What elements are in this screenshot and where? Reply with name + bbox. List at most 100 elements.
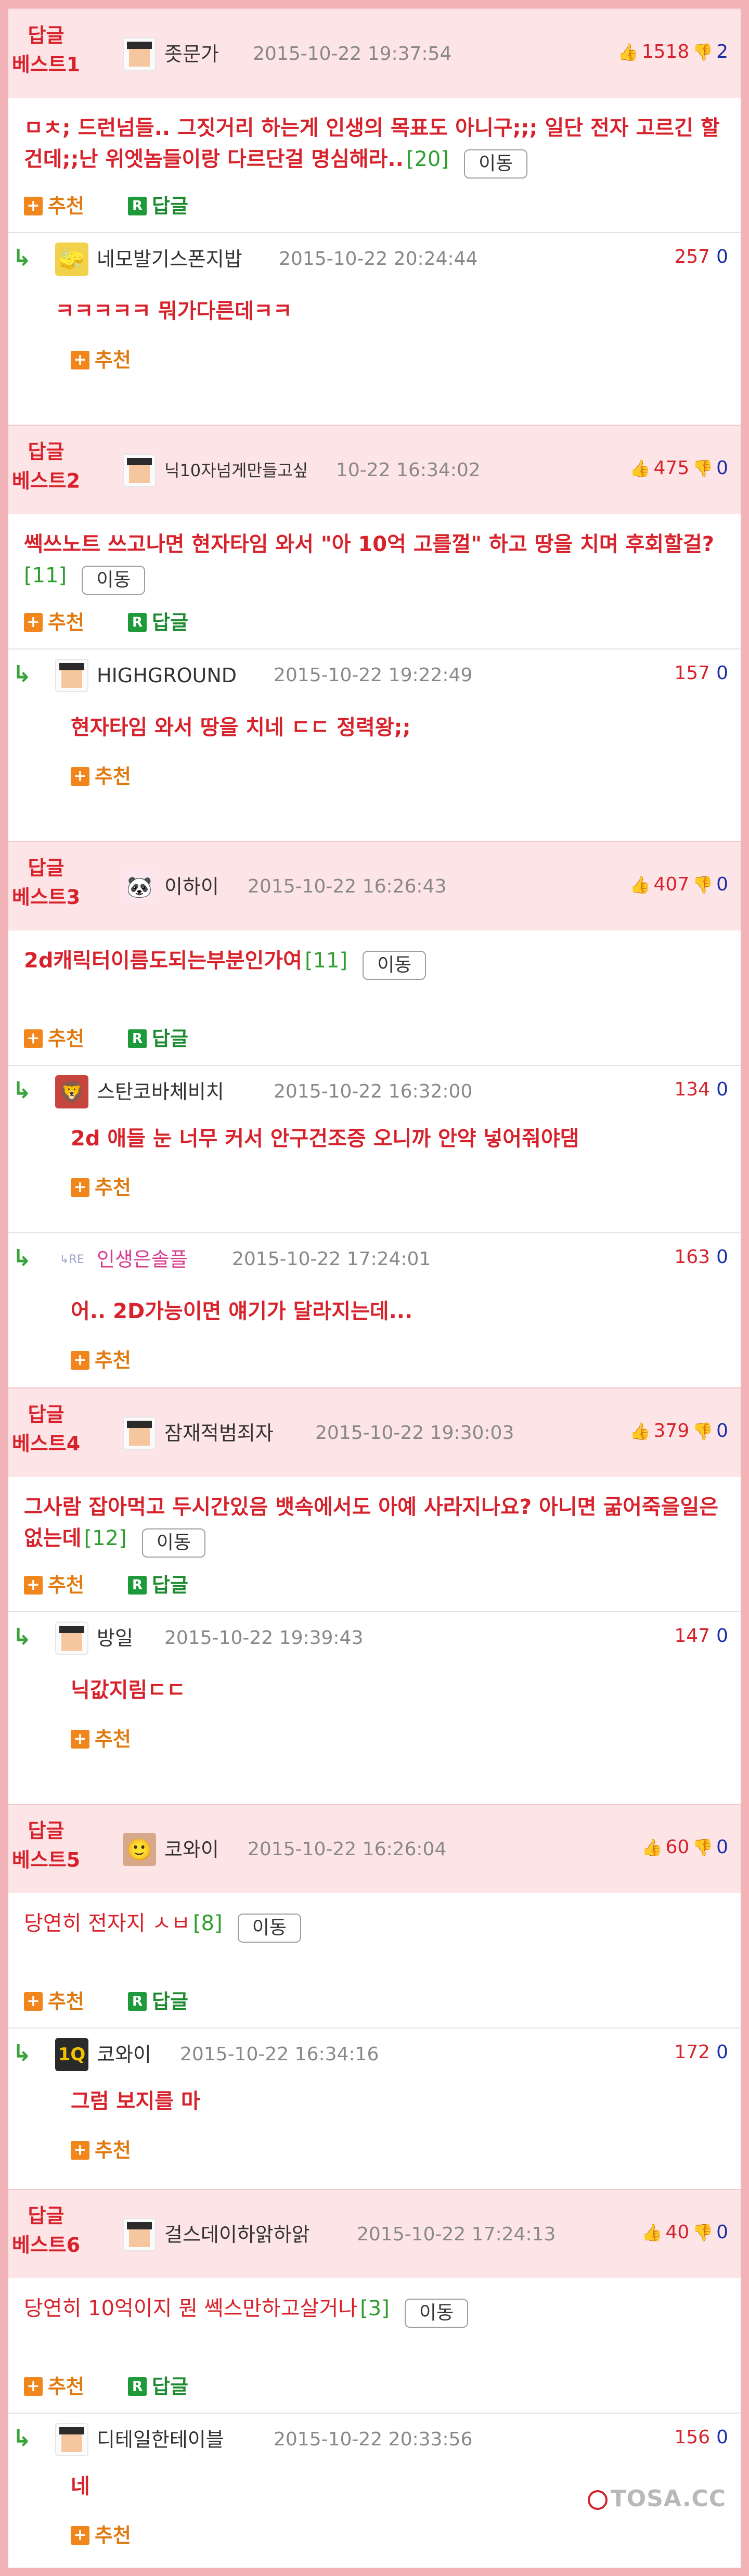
reply-button[interactable]: R 답글 <box>128 2375 188 2398</box>
avatar[interactable]: 🙂 <box>123 1833 156 1866</box>
reply-button[interactable]: R 답글 <box>128 1990 188 2013</box>
avatar[interactable] <box>55 659 88 692</box>
reply-button[interactable]: R 답글 <box>128 1574 188 1597</box>
best-comment-1: 답글 베스트1 좃문가 2015-10-22 19:37:54 👍 1518 👎 2 … <box>8 8 741 400</box>
reply-button[interactable]: R 답글 <box>128 195 188 218</box>
avatar[interactable] <box>55 2423 88 2456</box>
reply-item: ↳ 🦁 스탄코바체비치 2015-10-22 16:32:00 134 0 2d … <box>8 1065 741 1232</box>
reply-votes: 134 0 <box>674 1079 728 1100</box>
avatar[interactable] <box>123 1417 156 1450</box>
best-rank-badge: 답글 베스트3 <box>11 857 81 909</box>
avatar[interactable] <box>123 454 156 487</box>
comment-body: 그사람 잡아먹고 두시간있음 뱃속에서도 아예 사라지나요? 아니면 굶어죽을일… <box>8 1477 741 1564</box>
recommend-button[interactable]: + 추천 <box>24 1574 84 1597</box>
re-icon: ↳RE <box>59 1253 84 1266</box>
vote-counts: 👍 40 👎 0 <box>642 2216 728 2249</box>
recommend-button[interactable]: + 추천 <box>71 765 131 788</box>
reply-button[interactable]: R 답글 <box>128 1027 188 1050</box>
recommend-button[interactable]: + 추천 <box>71 1349 131 1372</box>
username[interactable]: 좃문가 <box>164 37 219 71</box>
downvote-count: 0 <box>716 1420 728 1442</box>
recommend-button[interactable]: + 추천 <box>24 611 84 634</box>
reply-text: 어.. 2D가능이면 얘기가 달라지는데... <box>71 1299 413 1323</box>
move-button[interactable]: 이동 <box>464 149 528 178</box>
username[interactable]: 네모발기스폰지밥 <box>97 243 242 276</box>
plus-icon: + <box>71 767 89 786</box>
recommend-button[interactable]: + 추천 <box>71 349 131 372</box>
thumbs-up-icon[interactable]: 👍 <box>618 35 639 69</box>
thumbs-down-icon[interactable]: 👎 <box>692 452 713 485</box>
comment-actions: + 추천 R 답글 <box>8 1981 741 2027</box>
username[interactable]: 방일 <box>97 1622 133 1655</box>
reply-count: [3] <box>360 2297 390 2320</box>
vote-counts: 👍 60 👎 0 <box>642 1831 728 1864</box>
username[interactable]: 닉10자넘게만들고싶 <box>164 454 308 487</box>
move-button[interactable]: 이동 <box>404 2298 469 2328</box>
reply-count: [11] <box>24 564 67 588</box>
comment-body: 쎅쓰노트 쓰고나면 현자타임 와서 "아 10억 고를껄" 하고 땅을 치며 후… <box>8 514 741 602</box>
avatar[interactable] <box>123 37 156 71</box>
avatar[interactable]: 1Q <box>55 2038 88 2071</box>
avatar[interactable]: 🧽 <box>55 243 88 276</box>
plus-icon: + <box>71 1351 89 1370</box>
username[interactable]: 스탄코바체비치 <box>97 1075 224 1108</box>
username[interactable]: 걸스데이하앍하앍 <box>164 2218 310 2251</box>
move-button[interactable]: 이동 <box>237 1913 301 1943</box>
username[interactable]: HIGHGROUND <box>97 659 237 692</box>
thumbs-up-icon[interactable]: 👍 <box>642 2216 663 2249</box>
move-button[interactable]: 이동 <box>82 565 146 595</box>
username[interactable]: 인생은솔플 <box>97 1243 188 1276</box>
recommend-button[interactable]: + 추천 <box>24 195 84 218</box>
comment-text: 당연히 전자지 ㅅㅂ <box>24 1911 190 1935</box>
avatar[interactable] <box>123 2218 156 2251</box>
move-button[interactable]: 이동 <box>141 1528 205 1558</box>
thumbs-down-icon[interactable]: 👎 <box>692 1414 713 1448</box>
comment-body: 당연히 10억이지 뭔 쎅스만하고살거나 [3] 이동 <box>8 2278 741 2366</box>
username[interactable]: 코와이 <box>164 1833 219 1866</box>
avatar[interactable]: 🦁 <box>55 1075 88 1108</box>
recommend-button[interactable]: + 추천 <box>24 1990 84 2013</box>
recommend-button[interactable]: + 추천 <box>71 2524 131 2547</box>
thumbs-down-icon[interactable]: 👎 <box>692 35 713 69</box>
upvote-count: 407 <box>653 874 690 895</box>
recommend-button[interactable]: + 추천 <box>71 2139 131 2162</box>
username[interactable]: 잠재적범죄자 <box>164 1417 274 1450</box>
thumbs-up-icon[interactable]: 👍 <box>630 452 651 485</box>
plus-icon: + <box>71 2526 89 2545</box>
timestamp: 2015-10-22 20:33:56 <box>274 2429 473 2450</box>
thumbs-up-icon[interactable]: 👍 <box>630 1414 651 1448</box>
recommend-button[interactable]: + 추천 <box>24 2375 84 2398</box>
avatar[interactable]: 🐼 <box>123 870 156 903</box>
recommend-button[interactable]: + 추천 <box>71 1728 131 1751</box>
avatar[interactable] <box>55 1622 88 1655</box>
best-header: 답글 베스트2 닉10자넘게만들고싶 10-22 16:34:02 👍 475 👎 0 <box>8 425 741 514</box>
username[interactable]: 디테일한테이블 <box>97 2423 224 2456</box>
plus-icon: + <box>24 1029 43 1048</box>
timestamp: 2015-10-22 19:30:03 <box>315 1422 514 1444</box>
reply-text: 현자타임 와서 땅을 치네 ㄷㄷ 정력왕;; <box>71 716 411 739</box>
upvote-count: 475 <box>653 457 690 479</box>
downvote-count: 0 <box>716 874 728 895</box>
username[interactable]: 코와이 <box>97 2038 151 2071</box>
reply-text: 2d 애들 눈 너무 커서 안구건조증 오니까 안약 넣어줘야댐 <box>71 1127 579 1151</box>
reply-button[interactable]: R 답글 <box>128 611 188 634</box>
reply-votes: 257 0 <box>674 246 728 267</box>
comment-actions: + 추천 R 답글 <box>8 1564 741 1611</box>
best-comment-3: 답글 베스트3 🐼 이하이 2015-10-22 16:26:43 👍 407 👎 0… <box>8 841 741 1405</box>
thumbs-down-icon[interactable]: 👎 <box>692 868 713 901</box>
thumbs-up-icon[interactable]: 👍 <box>630 868 651 901</box>
move-button[interactable]: 이동 <box>363 950 427 980</box>
thumbs-up-icon[interactable]: 👍 <box>642 1831 663 1864</box>
recommend-button[interactable]: + 추천 <box>71 1176 131 1199</box>
comment-actions: + 추천 R 답글 <box>8 185 741 232</box>
comment-text: 2d캐릭터이름도되는부분인가여 <box>24 949 302 973</box>
comment-text: 쎅쓰노트 쓰고나면 현자타임 와서 "아 10억 고를껄" 하고 땅을 치며 후… <box>24 532 715 556</box>
thumbs-down-icon[interactable]: 👎 <box>692 2216 713 2249</box>
reply-arrow-icon: ↳ <box>12 661 32 687</box>
username[interactable]: 이하이 <box>164 870 219 903</box>
thumbs-down-icon[interactable]: 👎 <box>692 1831 713 1864</box>
plus-icon: + <box>24 1992 43 2011</box>
best-rank-badge: 답글 베스트6 <box>11 2204 81 2256</box>
reply-item: ↳ 1Q 코와이 2015-10-22 16:34:16 172 0 그럼 보지를… <box>8 2027 741 2195</box>
recommend-button[interactable]: + 추천 <box>24 1027 84 1050</box>
